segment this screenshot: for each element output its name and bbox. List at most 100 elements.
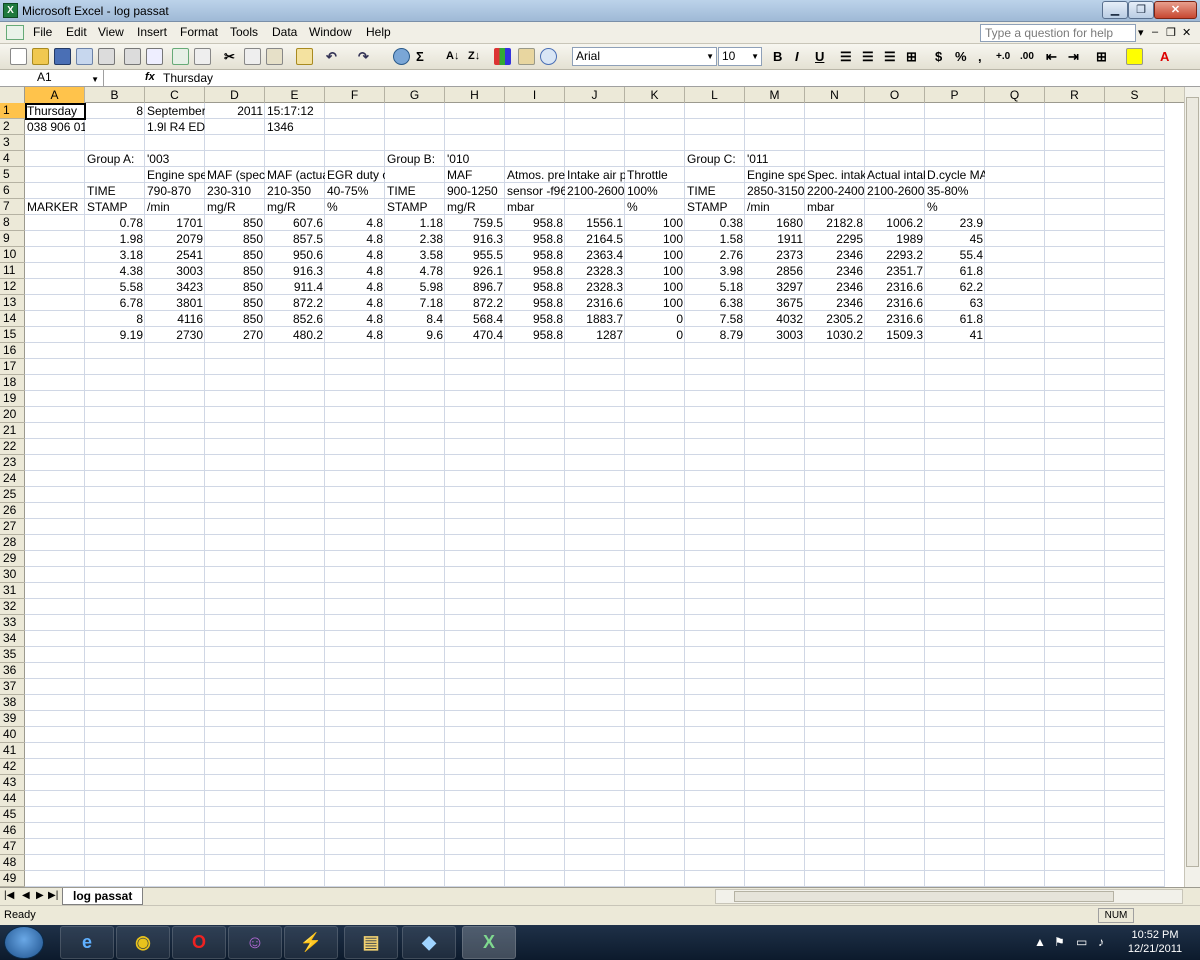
cell-B1[interactable]: 8 [85, 103, 145, 119]
row-header-38[interactable]: 38 [0, 695, 25, 711]
cell-B10[interactable]: 3.18 [85, 247, 145, 263]
row-header-13[interactable]: 13 [0, 295, 25, 311]
row-header-15[interactable]: 15 [0, 327, 25, 343]
cell-E6[interactable]: 210-350 [265, 183, 325, 199]
cell-J9[interactable]: 2164.5 [565, 231, 625, 247]
save-icon[interactable] [54, 48, 71, 65]
paste-icon[interactable] [266, 48, 283, 65]
cell-G6[interactable]: TIME [385, 183, 445, 199]
cell-F9[interactable]: 4.8 [325, 231, 385, 247]
row-header-4[interactable]: 4 [0, 151, 25, 167]
column-header-D[interactable]: D [205, 87, 265, 103]
row-header-28[interactable]: 28 [0, 535, 25, 551]
row-header-49[interactable]: 49 [0, 871, 25, 887]
undo-icon[interactable]: ↶ [326, 48, 337, 65]
fx-icon[interactable]: fx [145, 71, 155, 83]
cell-D10[interactable]: 850 [205, 247, 265, 263]
menu-help[interactable]: Help [366, 25, 391, 39]
cell-H7[interactable]: mg/R [445, 199, 505, 215]
row-header-46[interactable]: 46 [0, 823, 25, 839]
doc-close-icon[interactable]: ✕ [1182, 26, 1191, 39]
cell-P14[interactable]: 61.8 [925, 311, 985, 327]
cell-F13[interactable]: 4.8 [325, 295, 385, 311]
row-header-17[interactable]: 17 [0, 359, 25, 375]
cell-C14[interactable]: 4116 [145, 311, 205, 327]
cell-C1[interactable]: September [145, 103, 205, 119]
row-header-23[interactable]: 23 [0, 455, 25, 471]
cell-P12[interactable]: 62.2 [925, 279, 985, 295]
row-header-21[interactable]: 21 [0, 423, 25, 439]
column-header-L[interactable]: L [685, 87, 745, 103]
row-header-22[interactable]: 22 [0, 439, 25, 455]
cell-B14[interactable]: 8 [85, 311, 145, 327]
row-header-34[interactable]: 34 [0, 631, 25, 647]
cell-O12[interactable]: 2316.6 [865, 279, 925, 295]
cell-G14[interactable]: 8.4 [385, 311, 445, 327]
menu-file[interactable]: File [33, 25, 52, 39]
menu-format[interactable]: Format [180, 25, 218, 39]
cell-O13[interactable]: 2316.6 [865, 295, 925, 311]
cell-B7[interactable]: STAMP [85, 199, 145, 215]
cell-H14[interactable]: 568.4 [445, 311, 505, 327]
cell-O10[interactable]: 2293.2 [865, 247, 925, 263]
explorer-icon[interactable]: ▤ [344, 926, 398, 959]
cell-L7[interactable]: STAMP [685, 199, 745, 215]
percent-icon[interactable]: % [955, 48, 967, 65]
sheet-tab-log-passat[interactable]: log passat [62, 888, 144, 905]
cell-H11[interactable]: 926.1 [445, 263, 505, 279]
ie-icon[interactable]: e [60, 926, 114, 959]
cell-I9[interactable]: 958.8 [505, 231, 565, 247]
cell-F14[interactable]: 4.8 [325, 311, 385, 327]
row-header-37[interactable]: 37 [0, 679, 25, 695]
cell-L14[interactable]: 7.58 [685, 311, 745, 327]
cell-A2[interactable]: 038 906 019 EH [25, 119, 85, 135]
cell-F15[interactable]: 4.8 [325, 327, 385, 343]
cell-B13[interactable]: 6.78 [85, 295, 145, 311]
merge-icon[interactable]: ⊞ [906, 48, 917, 65]
cell-L9[interactable]: 1.58 [685, 231, 745, 247]
underline-icon[interactable]: U [815, 48, 824, 65]
row-header-44[interactable]: 44 [0, 791, 25, 807]
cell-P11[interactable]: 61.8 [925, 263, 985, 279]
cell-H10[interactable]: 955.5 [445, 247, 505, 263]
help-search-input[interactable]: Type a question for help [980, 24, 1136, 42]
doc-restore-icon[interactable]: ❐ [1166, 26, 1176, 39]
cell-E14[interactable]: 852.6 [265, 311, 325, 327]
drawing-icon[interactable] [518, 48, 535, 65]
cell-L4[interactable]: Group C: [685, 151, 745, 167]
cell-K7[interactable]: % [625, 199, 685, 215]
row-header-2[interactable]: 2 [0, 119, 25, 135]
cell-G13[interactable]: 7.18 [385, 295, 445, 311]
column-header-K[interactable]: K [625, 87, 685, 103]
cell-F6[interactable]: 40-75% [325, 183, 385, 199]
cell-D8[interactable]: 850 [205, 215, 265, 231]
cell-E5[interactable]: MAF (actual) [265, 167, 325, 183]
cell-L13[interactable]: 6.38 [685, 295, 745, 311]
cell-M10[interactable]: 2373 [745, 247, 805, 263]
font-color-icon[interactable]: A [1160, 48, 1169, 65]
cell-K8[interactable]: 100 [625, 215, 685, 231]
font-size-select[interactable]: 10 ▼ [718, 47, 762, 66]
menu-window[interactable]: Window [309, 25, 352, 39]
align-left-icon[interactable]: ☰ [840, 48, 852, 65]
column-header-G[interactable]: G [385, 87, 445, 103]
cell-I14[interactable]: 958.8 [505, 311, 565, 327]
cell-J12[interactable]: 2328.3 [565, 279, 625, 295]
chrome-icon[interactable]: ◉ [116, 926, 170, 959]
cell-J6[interactable]: 2100-2600 [565, 183, 625, 199]
cell-G10[interactable]: 3.58 [385, 247, 445, 263]
cell-I5[interactable]: Atmos. pressure [505, 167, 565, 183]
open-icon[interactable] [32, 48, 49, 65]
row-header-30[interactable]: 30 [0, 567, 25, 583]
redo-icon[interactable]: ↷ [358, 48, 369, 65]
cell-C4[interactable]: '003 [145, 151, 205, 167]
cell-P15[interactable]: 41 [925, 327, 985, 343]
font-name-select[interactable]: Arial ▼ [572, 47, 717, 66]
row-header-27[interactable]: 27 [0, 519, 25, 535]
formula-input[interactable]: Thursday [163, 71, 213, 85]
row-header-8[interactable]: 8 [0, 215, 25, 231]
copy-icon[interactable] [244, 48, 261, 65]
cell-C12[interactable]: 3423 [145, 279, 205, 295]
chevron-down-icon[interactable]: ▾ [1138, 26, 1144, 39]
cell-P6[interactable]: 35-80% [925, 183, 985, 199]
